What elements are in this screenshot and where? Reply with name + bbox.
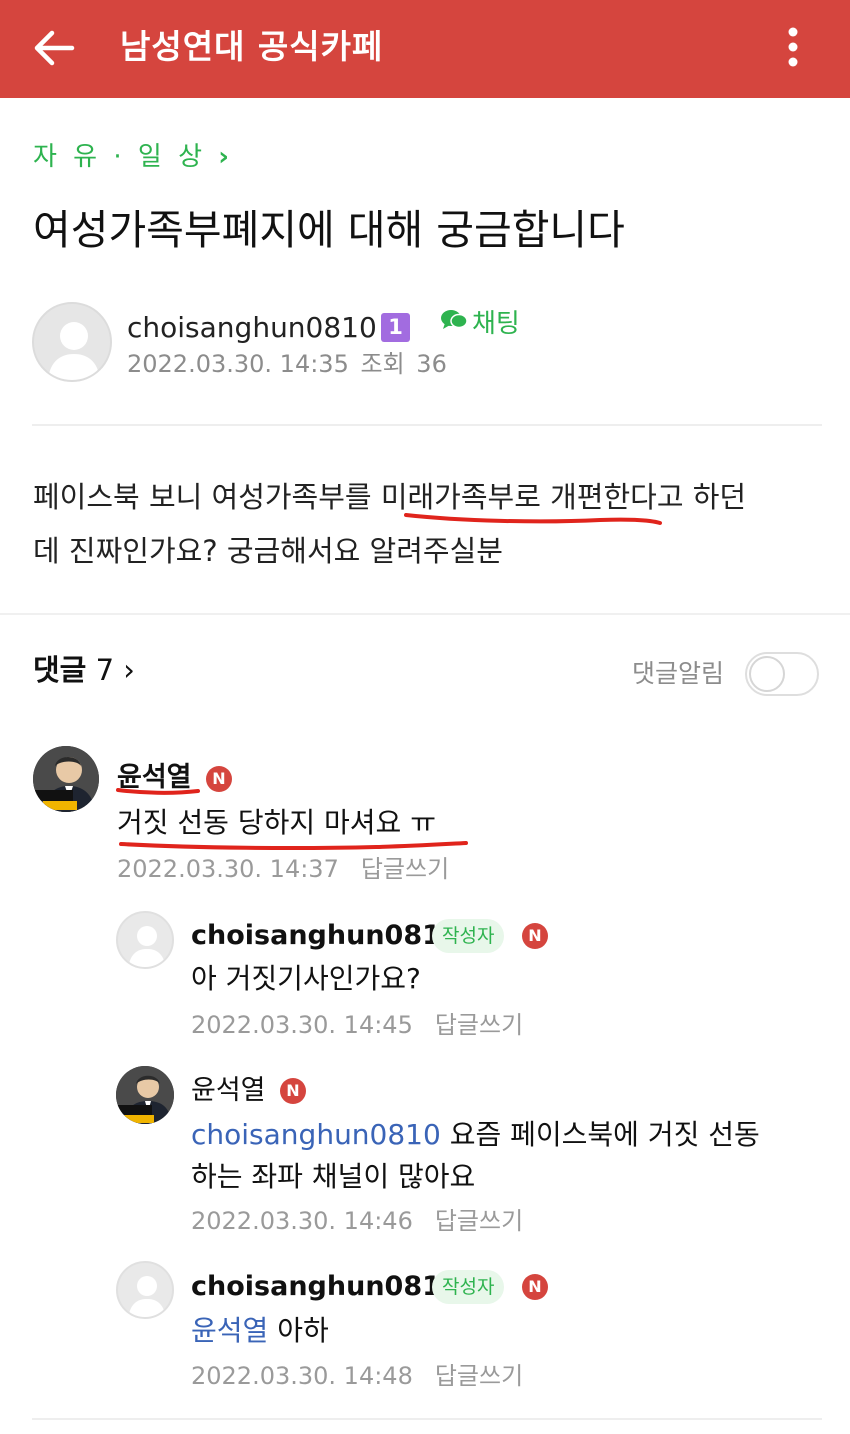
- comment-author[interactable]: 윤석열: [191, 1073, 266, 1109]
- reply-button[interactable]: 답글쓰기: [435, 1362, 523, 1390]
- chat-label: 채팅: [472, 309, 520, 339]
- new-badge: N: [280, 1078, 306, 1104]
- reply-button[interactable]: 답글쓰기: [435, 1207, 523, 1235]
- post-body: 페이스북 보니 여성가족부를 미래가족부로 개편한다고 하던 데 진짜인가요? …: [33, 470, 823, 578]
- comment-text-line: 요즘 페이스북에 거짓 선동: [449, 1118, 760, 1151]
- writer-badge: 작성자: [432, 1270, 505, 1304]
- commenter-avatar[interactable]: [116, 1261, 174, 1319]
- commenter-avatar[interactable]: [33, 746, 99, 812]
- post-body-line: 페이스북 보니 여성가족부를 미래가족부로 개편한다고 하던: [33, 480, 747, 514]
- comment-date: 2022.03.30. 14:45: [191, 1011, 413, 1039]
- author-avatar[interactable]: [32, 302, 112, 382]
- comment-text: 거짓 선동 당하지 마셔요 ㅠ: [117, 806, 436, 839]
- divider: [0, 613, 850, 615]
- post-title: 여성가족부폐지에 대해 궁금합니다: [33, 206, 625, 254]
- comment-alarm-label: 댓글알림: [632, 659, 725, 688]
- app-bar: 남성연대 공식카페: [0, 0, 850, 98]
- views-label: 조회: [360, 350, 405, 378]
- comment-text: 윤석열 아하: [191, 1310, 329, 1352]
- comment-author[interactable]: 윤석열: [117, 760, 192, 796]
- more-vertical-icon[interactable]: [770, 22, 816, 72]
- chevron-right-icon: ›: [123, 653, 135, 687]
- rank-badge: 1: [381, 313, 410, 342]
- comment-alarm-toggle[interactable]: [745, 652, 819, 696]
- reply-button[interactable]: 답글쓰기: [435, 1011, 523, 1039]
- post-meta: 2022.03.30. 14:35 조회 36: [127, 347, 447, 381]
- reply-button[interactable]: 답글쓰기: [361, 855, 449, 883]
- app-title: 남성연대 공식카페: [120, 27, 384, 66]
- mention-link[interactable]: 윤석열: [191, 1314, 268, 1347]
- comment-meta: 2022.03.30. 14:46 답글쓰기: [191, 1204, 523, 1238]
- comment-date: 2022.03.30. 14:48: [191, 1362, 413, 1390]
- mention-link[interactable]: choisanghun0810: [191, 1118, 441, 1151]
- chevron-right-icon: ›: [218, 142, 233, 172]
- comment-meta: 2022.03.30. 14:48 답글쓰기: [191, 1359, 523, 1393]
- writer-badge: 작성자: [432, 919, 505, 953]
- divider: [32, 424, 822, 426]
- comment-author[interactable]: choisanghun0810: [191, 1269, 460, 1305]
- new-badge: N: [206, 766, 232, 792]
- category-link[interactable]: 자 유 · 일 상 ›: [33, 140, 233, 174]
- post-body-line: 데 진짜인가요? 궁금해서요 알려주실분: [33, 534, 503, 568]
- comment-meta: 2022.03.30. 14:37 답글쓰기: [117, 852, 449, 886]
- comments-label: 댓글: [33, 653, 87, 687]
- author-name[interactable]: choisanghun0810: [127, 310, 377, 346]
- comment-text: choisanghun0810 요즘 페이스북에 거짓 선동 하는 좌파 채널이…: [191, 1114, 821, 1198]
- comment-date: 2022.03.30. 14:46: [191, 1207, 413, 1235]
- commenter-avatar[interactable]: [116, 911, 174, 969]
- comment-text-line: 하는 좌파 채널이 많아요: [191, 1160, 476, 1193]
- back-arrow-icon[interactable]: [30, 26, 78, 70]
- category-label: 자 유 · 일 상: [33, 142, 207, 172]
- toggle-knob: [749, 656, 785, 692]
- new-badge: N: [522, 1274, 548, 1300]
- comment-text-line: 아하: [277, 1314, 329, 1347]
- comment-author[interactable]: choisanghun0810: [191, 918, 460, 954]
- comment-date: 2022.03.30. 14:37: [117, 855, 339, 883]
- comments-count: 7: [95, 653, 115, 687]
- chat-bubble-icon: [440, 306, 468, 342]
- comments-header[interactable]: 댓글 7 ›: [33, 650, 135, 690]
- comment-meta: 2022.03.30. 14:45 답글쓰기: [191, 1008, 523, 1042]
- divider: [32, 1418, 822, 1420]
- new-badge: N: [522, 923, 548, 949]
- chat-button[interactable]: 채팅: [440, 306, 520, 342]
- views-count: 36: [416, 350, 447, 378]
- comment-text: 아 거짓기사인가요?: [191, 962, 421, 995]
- commenter-avatar[interactable]: [116, 1066, 174, 1124]
- post-date: 2022.03.30. 14:35: [127, 350, 349, 378]
